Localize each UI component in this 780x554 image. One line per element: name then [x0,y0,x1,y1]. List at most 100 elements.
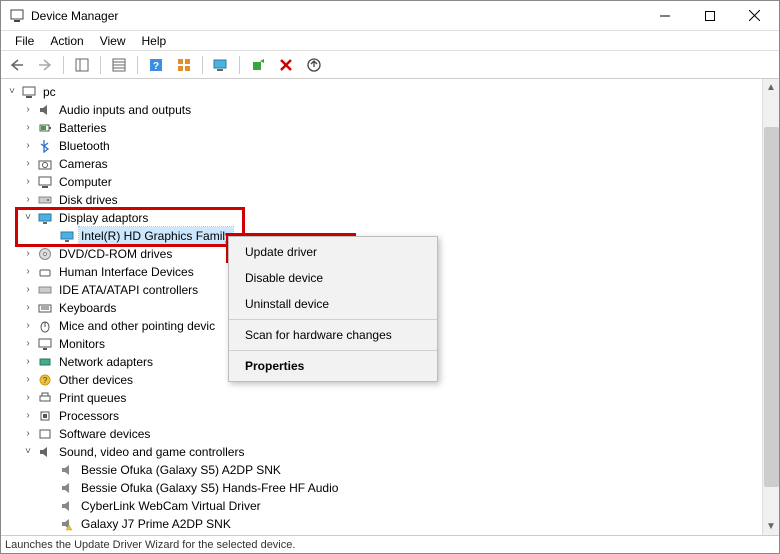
forward-button[interactable] [33,54,57,76]
chevron-right-icon[interactable]: › [21,427,35,441]
chevron-right-icon[interactable]: › [21,409,35,423]
context-menu-disable-device[interactable]: Disable device [229,265,437,291]
window-title: Device Manager [31,9,642,23]
tree-node-sound[interactable]: ˅ Sound, video and game controllers [3,443,777,461]
mouse-icon [37,318,53,334]
tree-label: Computer [57,173,114,191]
speaker-icon [37,444,53,460]
maximize-button[interactable] [687,2,732,30]
chevron-right-icon[interactable]: › [21,193,35,207]
show-hide-tree-button[interactable] [70,54,94,76]
scroll-up-arrow[interactable]: ▲ [763,79,779,96]
tree-node-display-adapters[interactable]: ˅Display adaptors [3,209,777,227]
context-menu-properties[interactable]: Properties [229,353,437,379]
tree-node-root[interactable]: ˅ pc [3,83,777,101]
expander-empty [43,481,57,495]
speaker-icon [59,498,75,514]
chevron-down-icon[interactable]: ˅ [21,445,35,459]
statusbar: Launches the Update Driver Wizard for th… [1,535,779,553]
tree-node-printqueues[interactable]: › Print queues [3,389,777,407]
minimize-button[interactable] [642,2,687,30]
menubar: File Action View Help [1,31,779,51]
tree-label: DVD/CD-ROM drives [57,245,174,263]
tree-label: Galaxy J7 Prime Hands-Free HF Audio [79,533,290,535]
unknown-device-icon: ? [37,372,53,388]
toolbar-separator [239,56,240,74]
network-icon [37,354,53,370]
tree-node-computer[interactable]: › Computer [3,173,777,191]
tree-node-sound-device[interactable]: CyberLink WebCam Virtual Driver [3,497,777,515]
menu-file[interactable]: File [7,34,42,48]
chevron-right-icon[interactable]: › [21,265,35,279]
tree-node-cameras[interactable]: › Cameras [3,155,777,173]
context-menu-update-driver[interactable]: Update driver [229,239,437,265]
tree-node-sound-device[interactable]: Galaxy J7 Prime A2DP SNK [3,515,777,533]
tree-label: Audio inputs and outputs [57,101,193,119]
tree-node-audio[interactable]: › Audio inputs and outputs [3,101,777,119]
enable-device-button[interactable] [246,54,270,76]
chevron-right-icon[interactable]: › [21,319,35,333]
tree-label: Network adapters [57,353,155,371]
tree-node-diskdrives[interactable]: › Disk drives [3,191,777,209]
tree-label: Bluetooth [57,137,112,155]
chevron-down-icon[interactable]: ˅ [5,85,19,99]
context-menu-separator [229,350,437,351]
tree-label: Batteries [57,119,108,137]
properties-button[interactable] [107,54,131,76]
titlebar: Device Manager [1,1,779,31]
vertical-scrollbar[interactable]: ▲ ▼ [762,79,779,535]
camera-icon [37,156,53,172]
scroll-thumb[interactable] [764,127,779,487]
pc-icon [37,174,53,190]
uninstall-device-button[interactable] [274,54,298,76]
tree-label: Mice and other pointing devic [57,317,217,335]
back-button[interactable] [5,54,29,76]
tree-label: Print queues [57,389,128,407]
menu-help[interactable]: Help [134,34,175,48]
chevron-right-icon[interactable]: › [21,103,35,117]
chevron-right-icon[interactable]: › [21,121,35,135]
tree-node-sound-device[interactable]: Bessie Ofuka (Galaxy S5) Hands-Free HF A… [3,479,777,497]
menu-action[interactable]: Action [42,34,91,48]
scroll-down-arrow[interactable]: ▼ [763,518,779,535]
chevron-right-icon[interactable]: › [21,391,35,405]
chevron-right-icon[interactable]: › [21,373,35,387]
tree-node-sound-device[interactable]: Bessie Ofuka (Galaxy S5) A2DP SNK [3,461,777,479]
chevron-down-icon[interactable]: ˅ [21,211,35,225]
tree-label: Sound, video and game controllers [57,443,246,461]
expander-empty [43,229,57,243]
tree-node-batteries[interactable]: › Batteries [3,119,777,137]
chevron-right-icon[interactable]: › [21,175,35,189]
close-button[interactable] [732,2,777,30]
context-menu-uninstall-device[interactable]: Uninstall device [229,291,437,317]
monitor-icon [37,336,53,352]
toolbar-separator [100,56,101,74]
chevron-right-icon[interactable]: › [21,247,35,261]
help-button[interactable]: ? [144,54,168,76]
context-menu-separator [229,319,437,320]
update-driver-button[interactable] [302,54,326,76]
chevron-right-icon[interactable]: › [21,337,35,351]
tree-label: Cameras [57,155,110,173]
scan-hardware-button[interactable] [209,54,233,76]
tree-node-processors[interactable]: ›Processors [3,407,777,425]
chevron-right-icon[interactable]: › [21,139,35,153]
chevron-right-icon[interactable]: › [21,157,35,171]
chevron-right-icon[interactable]: › [21,283,35,297]
display-adapter-icon [59,228,75,244]
menu-view[interactable]: View [92,34,134,48]
battery-icon [37,120,53,136]
speaker-icon [37,102,53,118]
tree-node-sound-device[interactable]: Galaxy J7 Prime Hands-Free HF Audio [3,533,777,535]
tree-label: Disk drives [57,191,120,209]
disc-icon [37,246,53,262]
chevron-right-icon[interactable]: › [21,355,35,369]
context-menu-scan-hardware[interactable]: Scan for hardware changes [229,322,437,348]
app-icon [9,8,25,24]
icons-button[interactable] [172,54,196,76]
tree-label: Software devices [57,425,152,443]
tree-node-software[interactable]: › Software devices [3,425,777,443]
tree-label: Intel(R) HD Graphics Family [79,227,233,245]
chevron-right-icon[interactable]: › [21,301,35,315]
tree-node-bluetooth[interactable]: › Bluetooth [3,137,777,155]
